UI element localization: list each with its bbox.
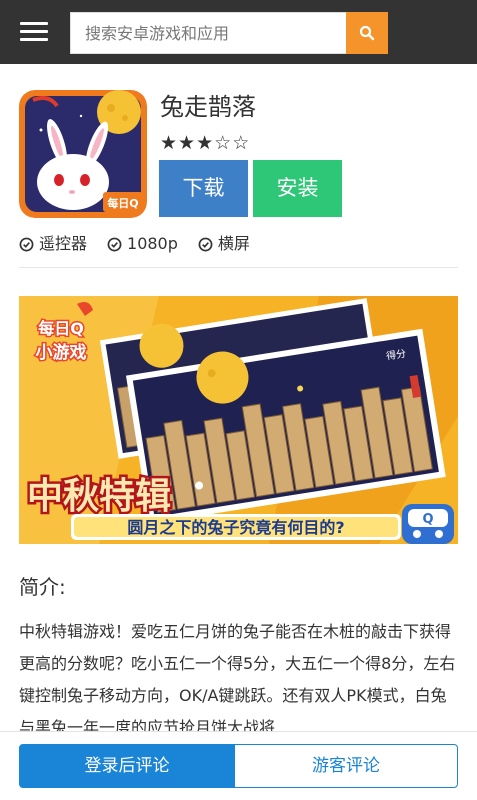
promo-banner: 得分 每日Q 小游戏 中秋特辑 圆月之下的兔子究竟有何目的? Q	[19, 296, 458, 544]
icon-badge: 每日Q	[107, 196, 138, 210]
banner-headline: 中秋特辑	[27, 476, 171, 517]
star-filled-icon: ★	[160, 132, 179, 154]
divider	[19, 267, 458, 268]
feature-list: 遥控器 1080p 横屏	[19, 232, 270, 256]
banner-subline: 圆月之下的兔子究竟有何目的?	[127, 518, 344, 537]
banner-logo-line1: 每日Q	[38, 319, 84, 338]
feature-remote: 遥控器	[19, 232, 87, 256]
guest-comment-button[interactable]: 游客评论	[234, 744, 458, 788]
login-comment-button[interactable]: 登录后评论	[19, 744, 235, 788]
search-bar	[70, 12, 388, 54]
top-bar	[0, 0, 477, 64]
menu-icon[interactable]	[20, 22, 48, 42]
feature-label: 1080p	[127, 234, 178, 253]
check-circle-icon	[19, 237, 34, 251]
search-input[interactable]	[70, 12, 346, 54]
install-button[interactable]: 安装	[253, 160, 342, 217]
star-empty-icon: ☆	[214, 132, 233, 154]
intro-text: 中秋特辑游戏！爱吃五仁月饼的兔子能否在木桩的敲击下获得更高的分数呢？吃小五仁一个…	[19, 622, 456, 737]
feature-label: 遥控器	[39, 234, 88, 253]
star-filled-icon: ★	[178, 132, 197, 154]
feature-resolution: 1080p	[107, 232, 178, 256]
banner-logo-line2: 小游戏	[36, 342, 87, 363]
app-icon: 每日Q	[19, 90, 147, 218]
star-filled-icon: ★	[196, 132, 215, 154]
star-empty-icon: ☆	[232, 132, 251, 154]
download-button[interactable]: 下载	[159, 160, 248, 217]
check-circle-icon	[198, 237, 213, 251]
search-button[interactable]	[346, 12, 388, 54]
rating-stars: ★★★☆☆	[160, 132, 250, 154]
feature-label: 横屏	[217, 234, 250, 253]
search-icon	[359, 25, 375, 41]
banner-badge: Q	[422, 512, 433, 527]
comment-bar: 登录后评论 游客评论	[0, 731, 477, 800]
app-title: 兔走鹊落	[160, 93, 256, 121]
check-circle-icon	[107, 237, 122, 251]
intro-heading: 简介:	[19, 575, 66, 599]
feature-orientation: 横屏	[198, 232, 250, 256]
